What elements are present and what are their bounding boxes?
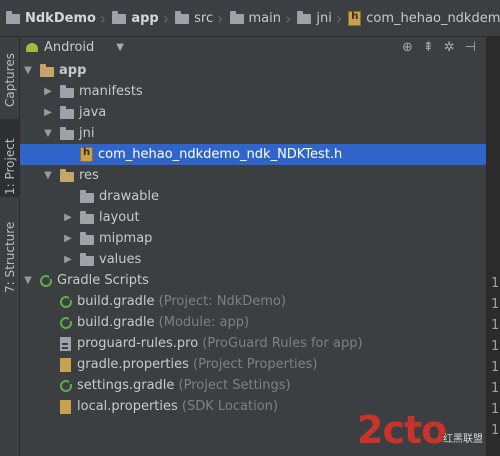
project-tree: ▼ app ▶ manifests ▶ java ▼ jni com_hehao… [20,58,486,456]
folder-icon [80,210,94,224]
watermark-caption: 红黑联盟 [443,434,483,445]
folder-icon [80,252,94,266]
gradle-icon [60,316,73,329]
properties-file-icon [60,357,71,372]
tree-item-proguard-rules[interactable]: proguard-rules.pro (ProGuard Rules for a… [20,333,500,354]
gradle-icon [60,379,73,392]
tree-item-build-gradle-project[interactable]: build.gradle (Project: NdkDemo) [20,291,500,312]
tree-item-gradle-properties[interactable]: gradle.properties (Project Properties) [20,354,500,375]
folder-icon [60,105,74,119]
tree-item-drawable[interactable]: drawable [20,186,500,207]
tree-item-jni[interactable]: ▼ jni [20,123,500,144]
tree-item-values[interactable]: ▶ values [20,249,500,270]
hide-panel-icon[interactable]: ⊣ [465,40,476,55]
line-number: 1 [491,381,500,396]
gradle-icon [60,295,73,308]
breadcrumb-main[interactable]: main [224,0,285,36]
view-mode-dropdown[interactable]: Android ▼ [20,40,124,55]
folder-icon [80,231,94,245]
folder-icon [175,11,190,24]
line-number: 1 [491,318,500,333]
expanded-arrow-icon[interactable]: ▼ [22,65,34,76]
project-toolbar: Android ▼ ⊕ ⇞ ✲ ⊣ [20,37,486,57]
settings-gear-icon[interactable]: ✲ [444,40,455,55]
toolbar-actions: ⊕ ⇞ ✲ ⊣ [402,37,476,57]
tree-item-header-file[interactable]: com_hehao_ndkdemo_ndk_NDKTest.h [20,144,486,165]
breadcrumb-app[interactable]: app [106,0,162,36]
tab-captures-label: Captures [3,53,17,107]
folder-icon [297,11,312,24]
line-number: 1 [491,339,500,354]
breadcrumb-jni[interactable]: jni [291,0,335,36]
resource-folder-icon [60,168,74,182]
view-mode-label: Android [44,39,95,55]
tab-structure[interactable]: 7: Structure [0,207,19,297]
header-file-icon [348,10,362,26]
properties-file-icon [60,399,71,414]
android-icon [26,42,38,52]
tree-item-layout[interactable]: ▶ layout [20,207,500,228]
chevron-down-icon: ▼ [116,41,124,53]
collapse-all-icon[interactable]: ⇞ [423,40,434,55]
editor-gutter: 1 1 1 1 1 1 1 1 [486,37,500,456]
tab-project[interactable]: 1: Project [0,119,19,197]
tab-structure-label: 7: Structure [3,221,17,293]
folder-icon [229,11,244,24]
expanded-arrow-icon[interactable]: ▼ [42,128,54,139]
tree-item-java[interactable]: ▶ java [20,102,500,123]
watermark-logo: 2cto [357,408,447,452]
module-folder-icon [112,11,127,24]
breadcrumb-ndkdemo[interactable]: NdkDemo [0,0,100,36]
collapsed-arrow-icon[interactable]: ▶ [62,233,74,244]
collapsed-arrow-icon[interactable]: ▶ [42,86,54,97]
breadcrumb-header-file[interactable]: com_hehao_ndkdemo_ndk_ [342,0,500,36]
tree-item-res[interactable]: ▼ res [20,165,500,186]
tab-captures[interactable]: Captures [0,37,19,117]
tree-item-build-gradle-module[interactable]: build.gradle (Module: app) [20,312,500,333]
folder-icon [60,84,74,98]
left-tool-strip: Captures 1: Project 7: Structure [0,37,20,456]
line-number: 1 [491,276,500,291]
scroll-from-source-icon[interactable]: ⊕ [402,40,413,55]
expanded-arrow-icon[interactable]: ▼ [42,170,54,181]
folder-icon [6,11,20,24]
folder-icon [60,126,74,140]
expanded-arrow-icon[interactable]: ▼ [22,275,34,286]
tab-project-label: 1: Project [3,138,17,195]
module-folder-icon [40,63,54,77]
folder-icon [80,189,94,203]
gradle-icon [40,274,53,287]
collapsed-arrow-icon[interactable]: ▶ [62,212,74,223]
text-file-icon [60,336,71,351]
line-number: 1 [491,297,500,312]
tree-item-settings-gradle[interactable]: settings.gradle (Project Settings) [20,375,500,396]
header-file-icon [80,147,93,162]
breadcrumb-src[interactable]: src [169,0,217,36]
tree-item-manifests[interactable]: ▶ manifests [20,81,500,102]
tree-item-app[interactable]: ▼ app [20,60,488,81]
collapsed-arrow-icon[interactable]: ▶ [42,107,54,118]
navigation-breadcrumb: NdkDemo › app › src › main › jni › com_h… [0,0,500,37]
watermark: 2cto 红黑联盟 [357,410,497,454]
line-number: 1 [491,360,500,375]
collapsed-arrow-icon[interactable]: ▶ [62,254,74,265]
tree-item-mipmap[interactable]: ▶ mipmap [20,228,500,249]
tree-item-gradle-scripts[interactable]: ▼ Gradle Scripts [20,270,488,291]
